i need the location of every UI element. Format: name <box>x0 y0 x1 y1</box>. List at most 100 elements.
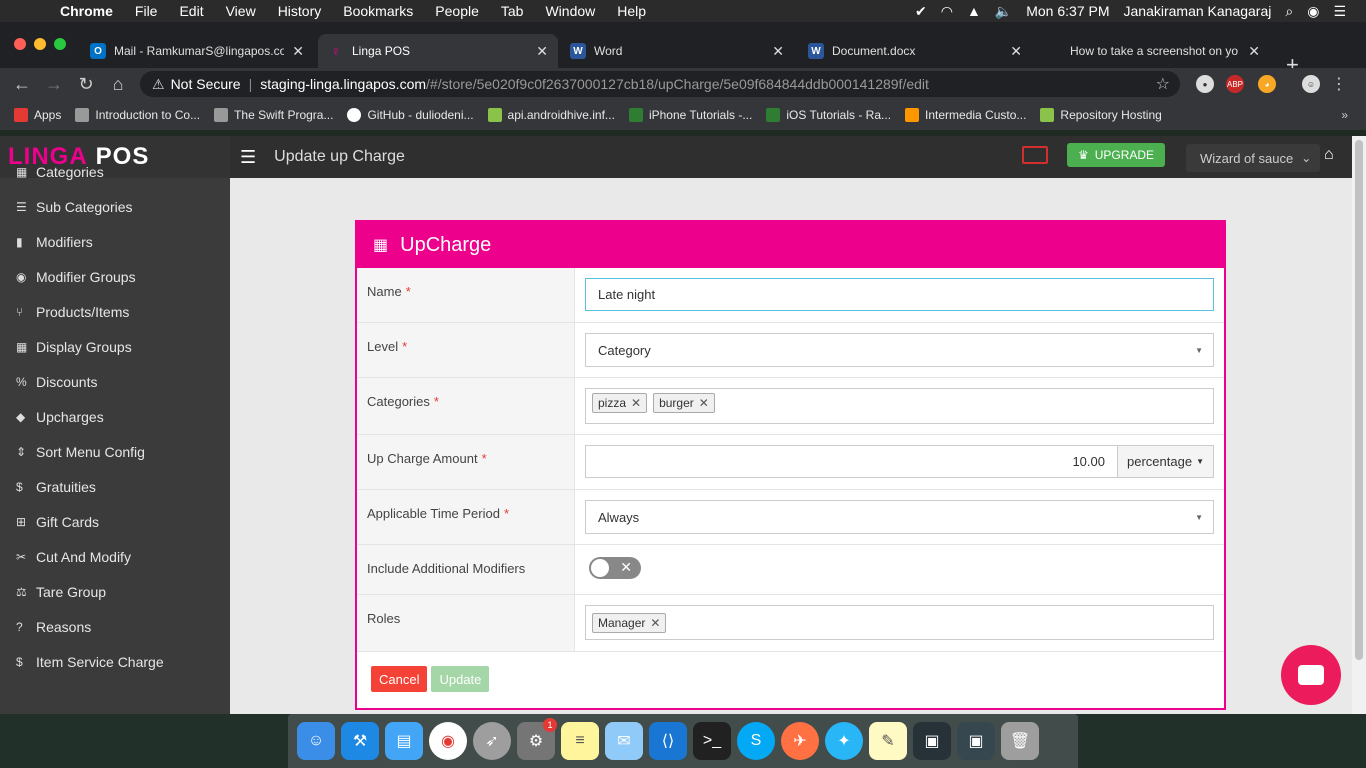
close-tab-icon[interactable]: ✕ <box>1010 43 1022 60</box>
check-icon[interactable]: ✔ <box>915 3 927 20</box>
mail-icon[interactable]: ✉ <box>605 722 643 760</box>
menu-file[interactable]: File <box>135 3 158 19</box>
close-window-icon[interactable] <box>14 38 26 50</box>
bookmark-item[interactable]: api.androidhive.inf... <box>487 108 615 122</box>
update-button[interactable]: Update <box>431 666 490 692</box>
sidebar-item-sub-categories[interactable]: ☰ Sub Categories <box>0 189 230 224</box>
simulator-icon[interactable]: ▤ <box>385 722 423 760</box>
tab-linga-pos[interactable]: ♀ Linga POS ✕ <box>318 34 558 68</box>
finder-icon[interactable]: ☺ <box>297 722 335 760</box>
postman-icon[interactable]: ✈ <box>781 722 819 760</box>
remove-tag-icon[interactable]: ✕ <box>631 396 641 410</box>
home-icon[interactable]: ⌂ <box>1324 146 1334 164</box>
maximize-window-icon[interactable] <box>54 38 66 50</box>
bookmark-item[interactable]: The Swift Progra... <box>214 108 333 122</box>
pages-icon[interactable]: ✎ <box>869 722 907 760</box>
bookmark-item[interactable]: Repository Hosting <box>1040 108 1162 122</box>
wifi-icon[interactable]: ◠ <box>941 3 953 20</box>
tab-document[interactable]: W Document.docx ✕ <box>798 34 1032 68</box>
home-icon[interactable]: ⌂ <box>102 74 134 95</box>
remove-tag-icon[interactable]: ✕ <box>699 396 709 410</box>
siri-icon[interactable]: ◉ <box>1307 3 1319 20</box>
bookmark-star-icon[interactable]: ☆ <box>1156 74 1170 94</box>
close-tab-icon[interactable]: ✕ <box>292 43 304 60</box>
time-period-select[interactable]: Always ▼ <box>585 500 1214 534</box>
scrollbar-thumb[interactable] <box>1355 140 1363 660</box>
menu-help[interactable]: Help <box>617 3 646 19</box>
categories-multiselect[interactable]: pizza ✕ burger ✕ <box>585 388 1214 424</box>
sidebar-item-categories[interactable]: ▦ Categories <box>0 154 230 189</box>
level-select[interactable]: Category ▼ <box>585 333 1214 367</box>
menu-window[interactable]: Window <box>545 3 595 19</box>
sidebar-item-reasons[interactable]: ? Reasons <box>0 609 230 644</box>
menu-people[interactable]: People <box>435 3 479 19</box>
amount-unit-dropdown[interactable]: percentage ▼ <box>1118 445 1214 478</box>
sidebar-item-gift-cards[interactable]: ⊞ Gift Cards <box>0 504 230 539</box>
sidebar-item-gratuities[interactable]: $ Gratuities <box>0 469 230 504</box>
menu-bookmarks[interactable]: Bookmarks <box>343 3 413 19</box>
menu-view[interactable]: View <box>226 3 256 19</box>
reload-icon[interactable]: ↻ <box>70 74 102 95</box>
bookmark-item[interactable]: Intermedia Custo... <box>905 108 1026 122</box>
cancel-button[interactable]: Cancel <box>371 666 428 692</box>
notes-icon[interactable]: ≡ <box>561 722 599 760</box>
close-tab-icon[interactable]: ✕ <box>772 43 784 60</box>
adblock-icon[interactable]: ABP <box>1226 75 1244 93</box>
sidebar-item-modifiers[interactable]: ▮ Modifiers <box>0 224 230 259</box>
user-name[interactable]: Janakiraman Kanagaraj <box>1124 3 1272 19</box>
profile-icon[interactable]: ☺ <box>1302 75 1320 93</box>
back-icon[interactable]: ← <box>6 74 38 95</box>
bookmark-item[interactable]: iPhone Tutorials -... <box>628 108 752 122</box>
trash-icon[interactable]: 🗑 <box>1001 722 1039 760</box>
minimize-window-icon[interactable] <box>34 38 46 50</box>
hamburger-menu-icon[interactable]: ☰ <box>240 147 256 168</box>
safari-icon[interactable]: ✦ <box>825 722 863 760</box>
terminal-icon[interactable]: >_ <box>693 722 731 760</box>
screenshot-window-icon[interactable]: ▣ <box>913 722 951 760</box>
tab-screenshot-howto[interactable]: How to take a screenshot on yo ✕ <box>1036 34 1270 68</box>
name-input[interactable]: Late night <box>585 278 1214 311</box>
screenshot-window-icon[interactable]: ▣ <box>957 722 995 760</box>
skype-icon[interactable]: S <box>737 722 775 760</box>
sidebar-item-sort-menu-config[interactable]: ⇕ Sort Menu Config <box>0 434 230 469</box>
more-bookmarks-icon[interactable]: » <box>1341 108 1348 122</box>
menu-history[interactable]: History <box>278 3 322 19</box>
sidebar-item-cut-and-modify[interactable]: ✂ Cut And Modify <box>0 539 230 574</box>
airplay-icon[interactable]: ▲ <box>967 3 981 19</box>
vscode-icon[interactable]: ⟨⟩ <box>649 722 687 760</box>
bookmark-apps[interactable]: Apps <box>14 108 61 122</box>
sidebar-item-display-groups[interactable]: ▦ Display Groups <box>0 329 230 364</box>
chat-widget-button[interactable] <box>1281 645 1341 705</box>
forward-icon[interactable]: → <box>38 74 70 95</box>
amount-input[interactable]: 10.00 <box>585 445 1118 478</box>
address-bar[interactable]: ⚠ Not Secure | staging-linga.lingapos.co… <box>140 71 1180 97</box>
bookmark-item[interactable]: iOS Tutorials - Ra... <box>766 108 891 122</box>
extension-icon[interactable]: ● <box>1196 75 1214 93</box>
remove-tag-icon[interactable]: ✕ <box>650 616 660 630</box>
upgrade-button[interactable]: ♛ UPGRADE <box>1067 143 1165 167</box>
sidebar-item-modifier-groups[interactable]: ◉ Modifier Groups <box>0 259 230 294</box>
menu-edit[interactable]: Edit <box>179 3 203 19</box>
system-preferences-icon[interactable]: ⚙ 1 <box>517 718 557 760</box>
sidebar-item-products[interactable]: ⑂ Products/Items <box>0 294 230 329</box>
menu-tab[interactable]: Tab <box>501 3 524 19</box>
sidebar-item-item-service-charge[interactable]: $ Item Service Charge <box>0 644 230 679</box>
xcode-icon[interactable]: ⚒ <box>341 722 379 760</box>
notification-center-icon[interactable]: ☰ <box>1333 3 1346 20</box>
sidebar-item-upcharges[interactable]: ◆ Upcharges <box>0 399 230 434</box>
search-icon[interactable]: ⌕ <box>1285 3 1293 20</box>
include-modifiers-toggle[interactable]: ✕ <box>589 557 641 579</box>
chrome-icon[interactable]: ◉ <box>429 722 467 760</box>
bookmark-item[interactable]: GitHub - duliodeni... <box>347 108 474 122</box>
tab-word[interactable]: W Word ✕ <box>560 34 794 68</box>
monitor-icon[interactable] <box>1022 146 1048 164</box>
menu-dots-icon[interactable]: ⋮ <box>1330 75 1348 93</box>
clock[interactable]: Mon 6:37 PM <box>1026 3 1109 19</box>
store-selector[interactable]: Wizard of sauce ⌄ <box>1186 144 1320 172</box>
launchpad-icon[interactable]: ➶ <box>473 722 511 760</box>
sidebar-item-tare-group[interactable]: ⚖ Tare Group <box>0 574 230 609</box>
roles-multiselect[interactable]: Manager ✕ <box>585 605 1214 640</box>
sidebar-item-discounts[interactable]: % Discounts <box>0 364 230 399</box>
menu-app[interactable]: Chrome <box>60 3 113 19</box>
close-tab-icon[interactable]: ✕ <box>1248 43 1260 60</box>
